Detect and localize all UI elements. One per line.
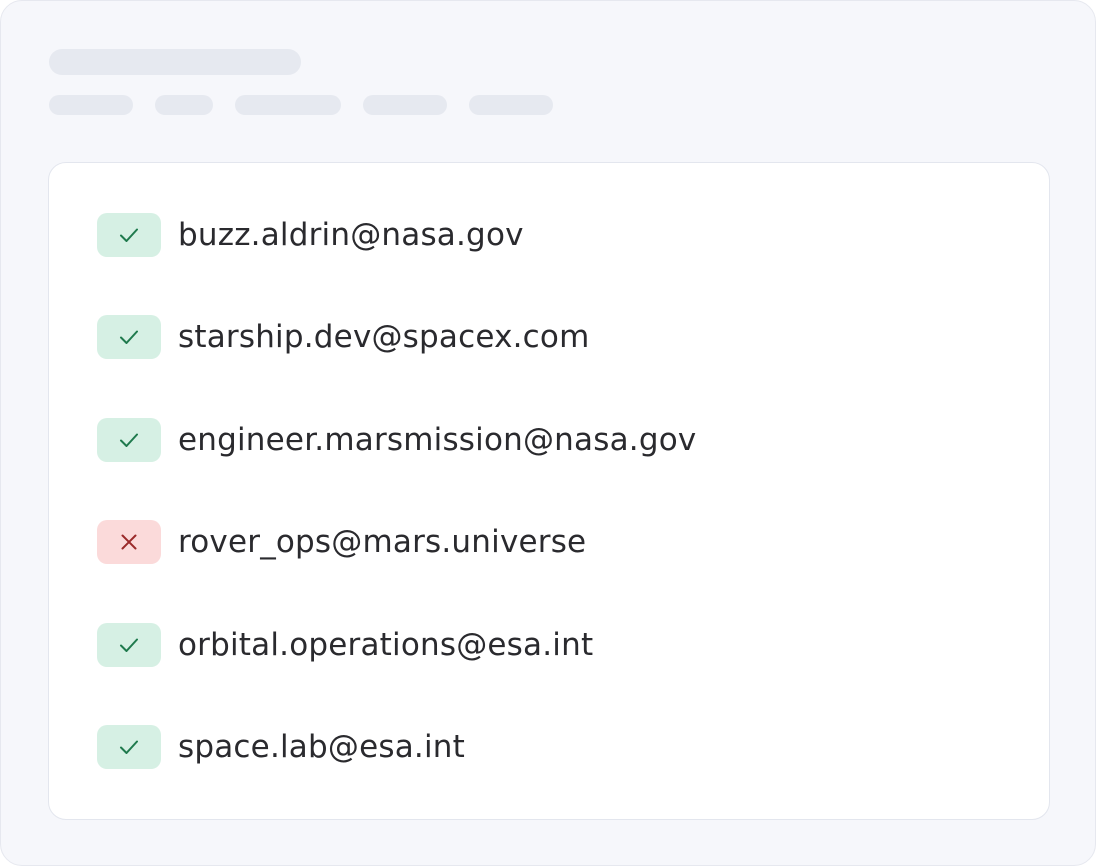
invalid-status-badge: [97, 520, 161, 565]
email-address: orbital.operations@esa.int: [178, 626, 594, 663]
email-row: engineer.marsmission@nasa.gov: [97, 417, 697, 462]
tab-placeholder: [469, 95, 553, 115]
email-list-card: buzz.aldrin@nasa.gov starship.dev@spacex…: [48, 162, 1050, 820]
title-placeholder: [49, 49, 301, 75]
valid-status-badge: [97, 417, 161, 462]
email-row: rover_ops@mars.universe: [97, 520, 696, 565]
email-row: buzz.aldrin@nasa.gov: [97, 213, 696, 257]
email-row: space.lab@esa.int: [97, 724, 696, 769]
tab-placeholder: [235, 95, 341, 115]
check-icon: [120, 740, 138, 754]
email-address: rover_ops@mars.universe: [178, 524, 587, 561]
valid-status-badge: [97, 724, 161, 769]
check-icon: [120, 433, 138, 447]
tab-placeholder: [49, 95, 133, 115]
email-validation-window: buzz.aldrin@nasa.gov starship.dev@spacex…: [0, 0, 1096, 866]
valid-status-badge: [97, 315, 161, 360]
tab-placeholder: [363, 95, 447, 115]
check-icon: [120, 638, 138, 652]
close-icon: [121, 534, 137, 550]
email-list: buzz.aldrin@nasa.gov starship.dev@spacex…: [97, 213, 696, 769]
valid-status-badge: [97, 213, 161, 257]
email-address: buzz.aldrin@nasa.gov: [178, 217, 524, 253]
check-icon: [120, 330, 138, 345]
email-address: space.lab@esa.int: [178, 728, 465, 765]
tab-placeholder: [155, 95, 213, 115]
email-address: engineer.marsmission@nasa.gov: [178, 421, 697, 458]
valid-status-badge: [97, 622, 161, 667]
check-icon: [120, 228, 138, 242]
email-row: starship.dev@spacex.com: [97, 315, 696, 360]
email-row: orbital.operations@esa.int: [97, 622, 696, 667]
email-address: starship.dev@spacex.com: [178, 319, 590, 356]
